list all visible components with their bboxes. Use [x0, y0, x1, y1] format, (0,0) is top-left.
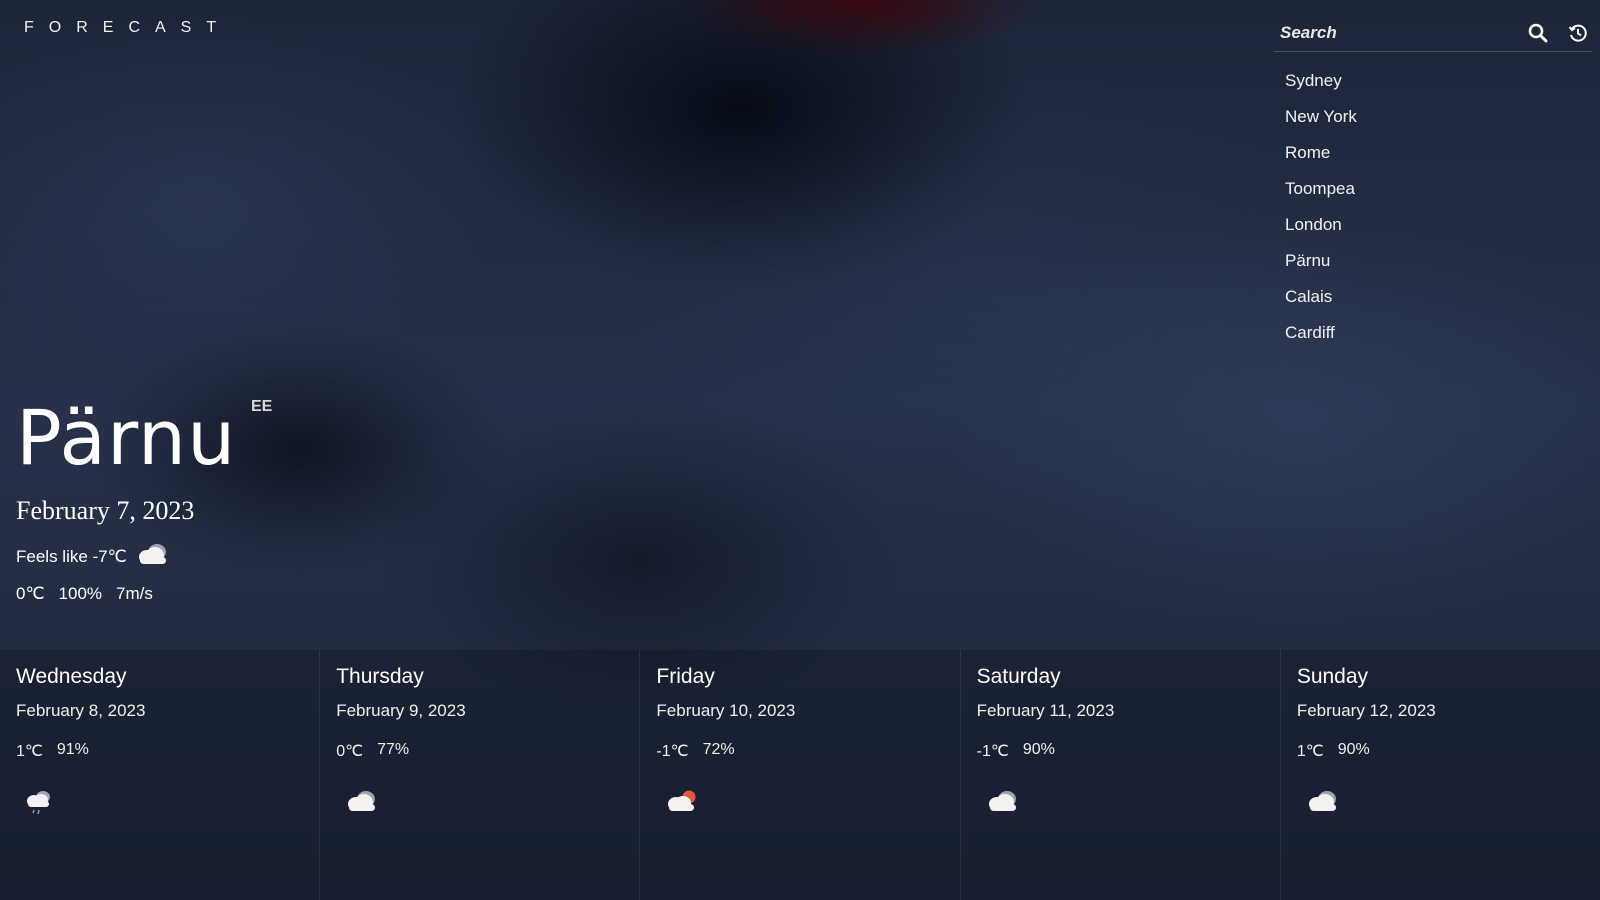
- forecast-temp: 0℃: [336, 743, 364, 760]
- recent-city-item[interactable]: Calais: [1285, 286, 1592, 322]
- cloud-sun-icon: [664, 789, 943, 818]
- forecast-day-name: Saturday: [976, 665, 1061, 688]
- forecast-humidity: 90%: [1337, 741, 1370, 758]
- forecast-date: February 10, 2023: [656, 701, 796, 720]
- recent-city-item[interactable]: Toompea: [1285, 178, 1592, 214]
- feels-like-row: Feels like -7℃: [16, 542, 236, 571]
- app-brand: FORECAST: [24, 19, 232, 36]
- forecast-day-card[interactable]: Sunday February 12, 2023 1℃ 90%: [1281, 650, 1600, 900]
- search-bar: [1274, 14, 1592, 52]
- current-date: February 7, 2023: [16, 496, 195, 525]
- recent-city-item[interactable]: Sydney: [1285, 70, 1592, 106]
- cloud-icon: [344, 789, 623, 818]
- current-wind: 7m/s: [116, 584, 153, 603]
- forecast-day-name: Wednesday: [16, 665, 127, 688]
- forecast-stats: 1℃ 90%: [1297, 741, 1584, 761]
- recent-city-item[interactable]: Cardiff: [1285, 322, 1592, 358]
- forecast-temp: 1℃: [1296, 743, 1324, 760]
- forecast-date: February 12, 2023: [1296, 701, 1436, 720]
- feels-like-text: Feels like -7℃: [16, 546, 127, 566]
- recent-city-item[interactable]: Pärnu: [1285, 250, 1592, 286]
- forecast-humidity: 72%: [702, 741, 735, 758]
- country-code: EE: [251, 398, 273, 415]
- current-temp: 0℃: [16, 584, 45, 603]
- forecast-date: February 11, 2023: [976, 701, 1115, 720]
- forecast-stats: -1℃ 90%: [977, 741, 1264, 761]
- forecast-stats: -1℃ 72%: [656, 741, 943, 761]
- recent-cities-list: Sydney New York Rome Toompea London Pärn…: [1274, 70, 1592, 358]
- forecast-day-name: Friday: [656, 665, 715, 688]
- current-stats: 0℃ 100% 7m/s: [16, 584, 236, 604]
- forecast-stats: 0℃ 77%: [336, 741, 623, 761]
- forecast-humidity: 77%: [377, 741, 410, 758]
- forecast-temp: -1℃: [656, 743, 689, 760]
- forecast-humidity: 91%: [56, 741, 89, 758]
- forecast-day-card[interactable]: Thursday February 9, 2023 0℃ 77%: [320, 650, 641, 900]
- recent-city-item[interactable]: London: [1285, 214, 1592, 250]
- forecast-humidity: 90%: [1022, 741, 1055, 758]
- search-panel: Sydney New York Rome Toompea London Pärn…: [1274, 14, 1592, 358]
- forecast-day-name: Sunday: [1296, 665, 1369, 688]
- cloud-rain-icon: [24, 789, 303, 822]
- city-name: Pärnu: [16, 393, 237, 482]
- cloud-icon: [985, 789, 1264, 818]
- history-icon[interactable]: [1564, 19, 1592, 47]
- forecast-day-card[interactable]: Friday February 10, 2023 -1℃ 72%: [640, 650, 961, 900]
- search-input[interactable]: [1280, 22, 1512, 43]
- recent-city-item[interactable]: Rome: [1285, 142, 1592, 178]
- forecast-stats: 1℃ 91%: [16, 741, 303, 761]
- forecast-temp: 1℃: [16, 743, 43, 760]
- forecast-day-card[interactable]: Wednesday February 8, 2023 1℃ 91%: [0, 650, 321, 900]
- forecast-day-name: Thursday: [336, 665, 424, 688]
- cloud-icon: [1305, 789, 1584, 818]
- forecast-strip: Wednesday February 8, 2023 1℃ 91% Thursd…: [0, 650, 1600, 900]
- recent-city-item[interactable]: New York: [1285, 106, 1592, 142]
- search-icon[interactable]: [1524, 19, 1552, 47]
- current-weather: Pärnu EE February 7, 2023 Feels like -7℃…: [16, 393, 272, 604]
- forecast-temp: -1℃: [976, 743, 1009, 760]
- current-humidity: 100%: [58, 584, 103, 603]
- forecast-date: February 9, 2023: [336, 701, 466, 720]
- cloud-icon: [135, 542, 171, 571]
- forecast-day-card[interactable]: Saturday February 11, 2023 -1℃ 90%: [961, 650, 1281, 900]
- forecast-date: February 8, 2023: [16, 701, 146, 720]
